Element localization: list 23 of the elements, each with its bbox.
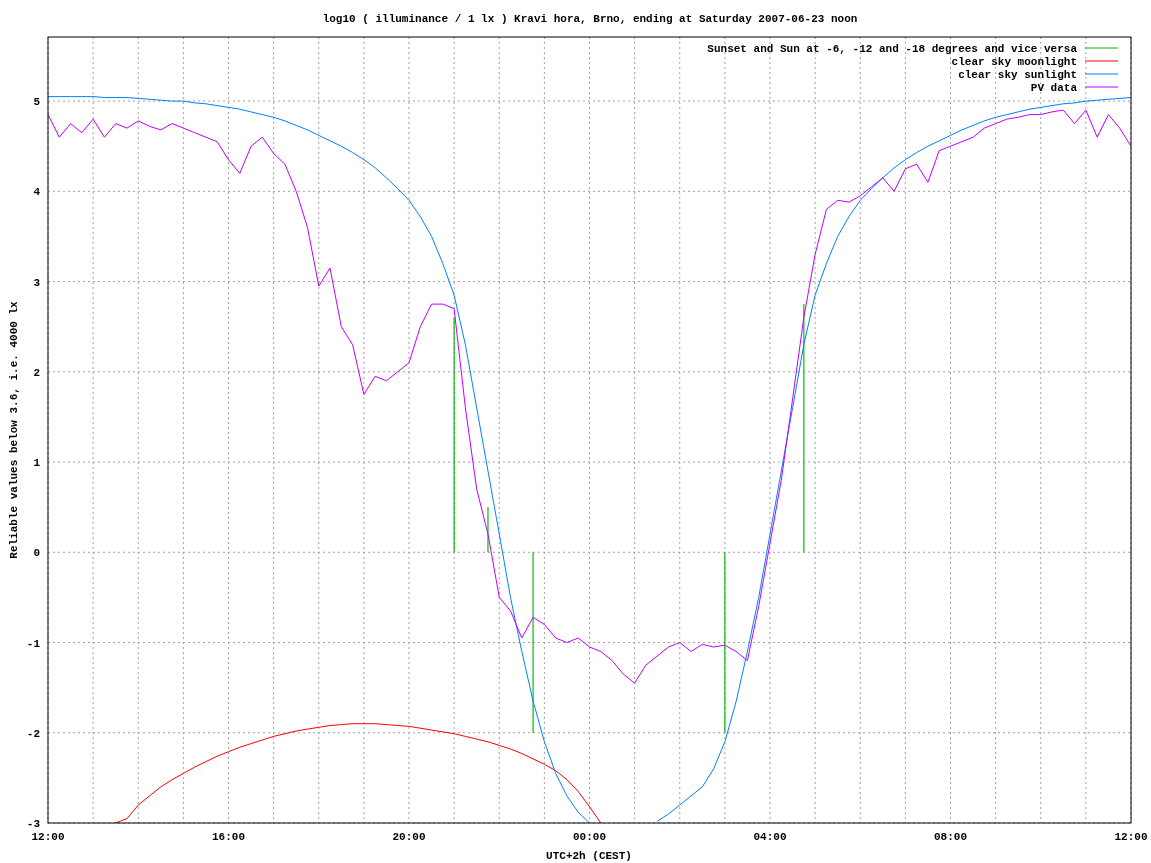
axis-tick-label: 20:00 xyxy=(392,831,426,843)
axis-title: UTC+2h (CEST) xyxy=(546,850,632,862)
axis-tick-label: 4 xyxy=(33,186,40,199)
axis-tick-label: 12:00 xyxy=(31,831,65,843)
axis-tick-label: 08:00 xyxy=(934,831,967,843)
legend-label: Sunset and Sun at -6, -12 and -18 degrees and vice versa xyxy=(707,43,1077,55)
axis-tick-label: 3 xyxy=(33,276,40,289)
axis-tick-label: 00:00 xyxy=(573,831,606,843)
chart-title: log10 ( illuminance / 1 lx ) Kravi hora, Brno, ending at Saturday 2007-06-23 noon xyxy=(322,13,858,25)
legend-label: clear sky moonlight xyxy=(951,56,1077,68)
axis-tick-label: 12:00 xyxy=(1114,831,1148,843)
axis-tick-label: 2 xyxy=(33,366,40,379)
axis-tick-label: 04:00 xyxy=(753,831,787,843)
axis-tick-label: -1 xyxy=(26,637,40,650)
legend-label: clear sky sunlight xyxy=(958,69,1077,81)
axis-tick-label: 1 xyxy=(33,457,40,470)
axis-tick-label: -3 xyxy=(26,818,40,830)
axis-tick-label: 5 xyxy=(33,96,40,109)
legend-label: PV data xyxy=(1030,82,1077,94)
axis-tick-label: 0 xyxy=(33,547,40,560)
axis-title: Reliable values below 3.6, i.e. 4000 lx xyxy=(8,301,20,559)
axis-tick-label: -2 xyxy=(26,727,40,740)
axis-tick-label: 16:00 xyxy=(212,831,245,843)
